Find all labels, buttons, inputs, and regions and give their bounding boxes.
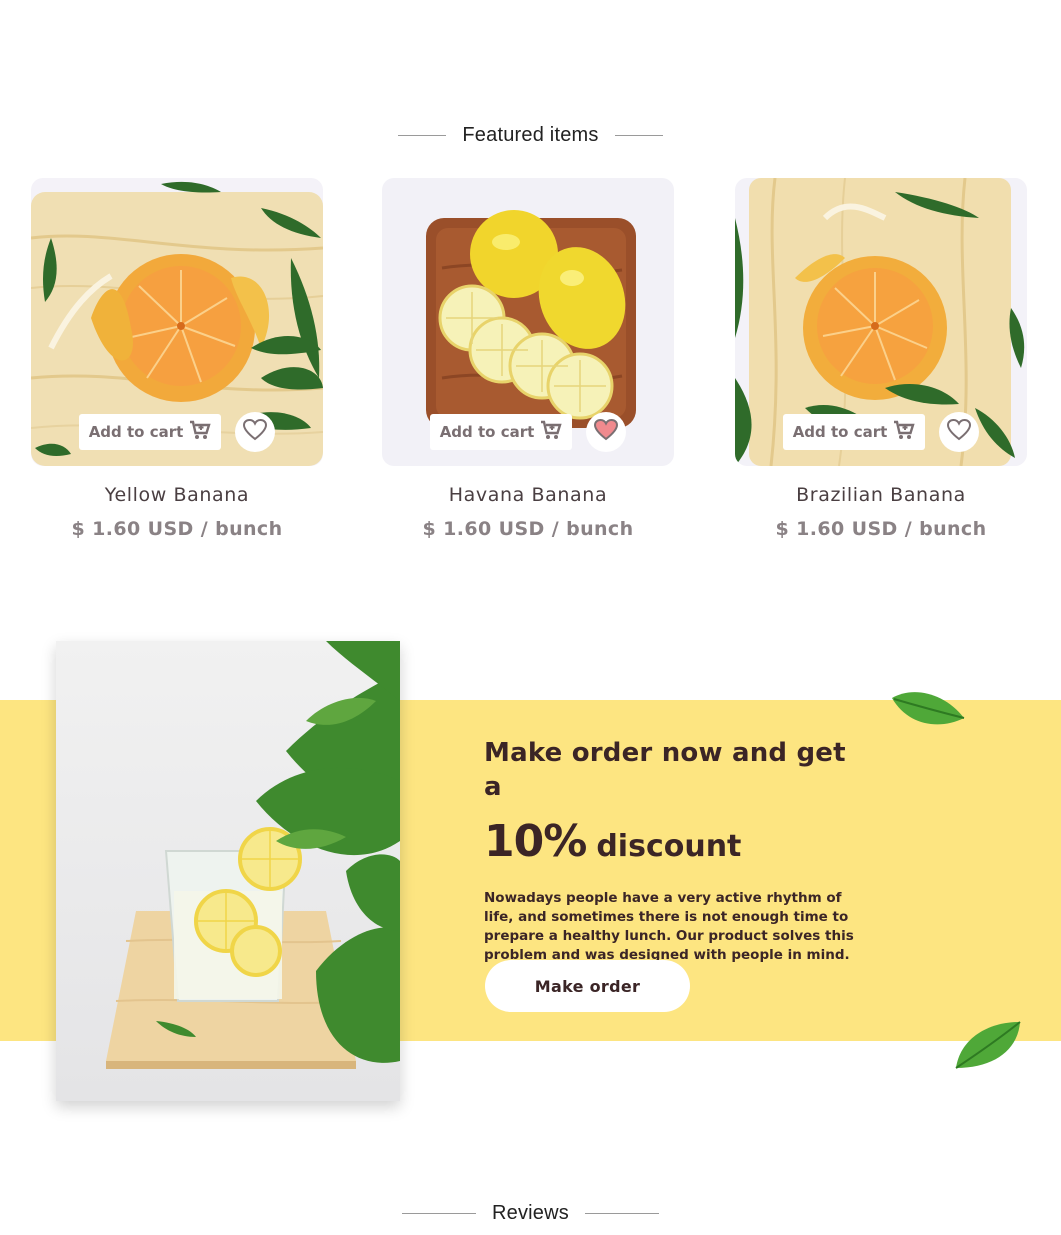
featured-heading: Featured items bbox=[0, 124, 1061, 147]
cart-icon bbox=[189, 420, 211, 444]
product-actions: Add to cart bbox=[31, 412, 323, 452]
heading-line-left bbox=[398, 135, 447, 136]
heart-icon bbox=[593, 418, 619, 446]
heart-icon bbox=[242, 418, 268, 446]
add-to-cart-button[interactable]: Add to cart bbox=[782, 414, 926, 450]
heading-line-left bbox=[402, 1213, 476, 1214]
discount-value: 10% bbox=[484, 816, 587, 867]
cart-icon bbox=[540, 420, 562, 444]
cart-icon bbox=[893, 420, 915, 444]
product-actions: Add to cart bbox=[735, 412, 1027, 452]
product-price: $ 1.60 USD / bunch bbox=[775, 518, 987, 540]
product-image-lemons[interactable]: Add to cart bbox=[382, 178, 674, 466]
product-card: Add to cart Yellow Banana $ 1.60 USD / b… bbox=[31, 178, 323, 540]
lemonade-photo bbox=[56, 641, 400, 1101]
favorite-button[interactable] bbox=[939, 412, 980, 452]
discount-word: discount bbox=[596, 829, 742, 864]
product-actions: Add to cart bbox=[382, 412, 674, 452]
product-price: $ 1.60 USD / bunch bbox=[71, 518, 283, 540]
add-to-cart-label: Add to cart bbox=[439, 423, 535, 441]
add-to-cart-button[interactable]: Add to cart bbox=[429, 414, 573, 450]
leaf-icon bbox=[950, 1018, 1026, 1076]
leaf-icon bbox=[888, 688, 968, 734]
add-to-cart-label: Add to cart bbox=[792, 423, 888, 441]
promo-discount: 10% discount bbox=[484, 816, 864, 867]
add-to-cart-button[interactable]: Add to cart bbox=[78, 414, 222, 450]
reviews-heading: Reviews bbox=[0, 1202, 1061, 1225]
favorite-button-active[interactable] bbox=[586, 412, 627, 452]
heading-line-right bbox=[614, 135, 663, 136]
reviews-title: Reviews bbox=[492, 1202, 569, 1224]
product-name[interactable]: Brazilian Banana bbox=[735, 484, 1027, 506]
product-name[interactable]: Yellow Banana bbox=[31, 484, 323, 506]
product-image-tangerine[interactable]: Add to cart bbox=[31, 178, 323, 466]
product-price: $ 1.60 USD / bunch bbox=[422, 518, 634, 540]
product-card: Add to cart Brazilian Banana $ 1.60 USD … bbox=[735, 178, 1027, 540]
product-card: Add to cart Havana Banana $ 1.60 USD / b… bbox=[382, 178, 674, 540]
product-name[interactable]: Havana Banana bbox=[382, 484, 674, 506]
promo-headline: Make order now and get a bbox=[484, 738, 846, 802]
promo-text: Make order now and get a 10% discount No… bbox=[484, 736, 864, 965]
promo-image-lemonade bbox=[56, 641, 400, 1101]
promo-description: Nowadays people have a very active rhyth… bbox=[484, 890, 854, 963]
add-to-cart-label: Add to cart bbox=[88, 423, 184, 441]
product-image-tangerine-2[interactable]: Add to cart bbox=[735, 178, 1027, 466]
heart-icon bbox=[946, 418, 972, 446]
heading-line-right bbox=[584, 1213, 659, 1214]
make-order-button[interactable]: Make order bbox=[485, 960, 690, 1012]
favorite-button[interactable] bbox=[235, 412, 276, 452]
featured-title: Featured items bbox=[462, 124, 599, 146]
